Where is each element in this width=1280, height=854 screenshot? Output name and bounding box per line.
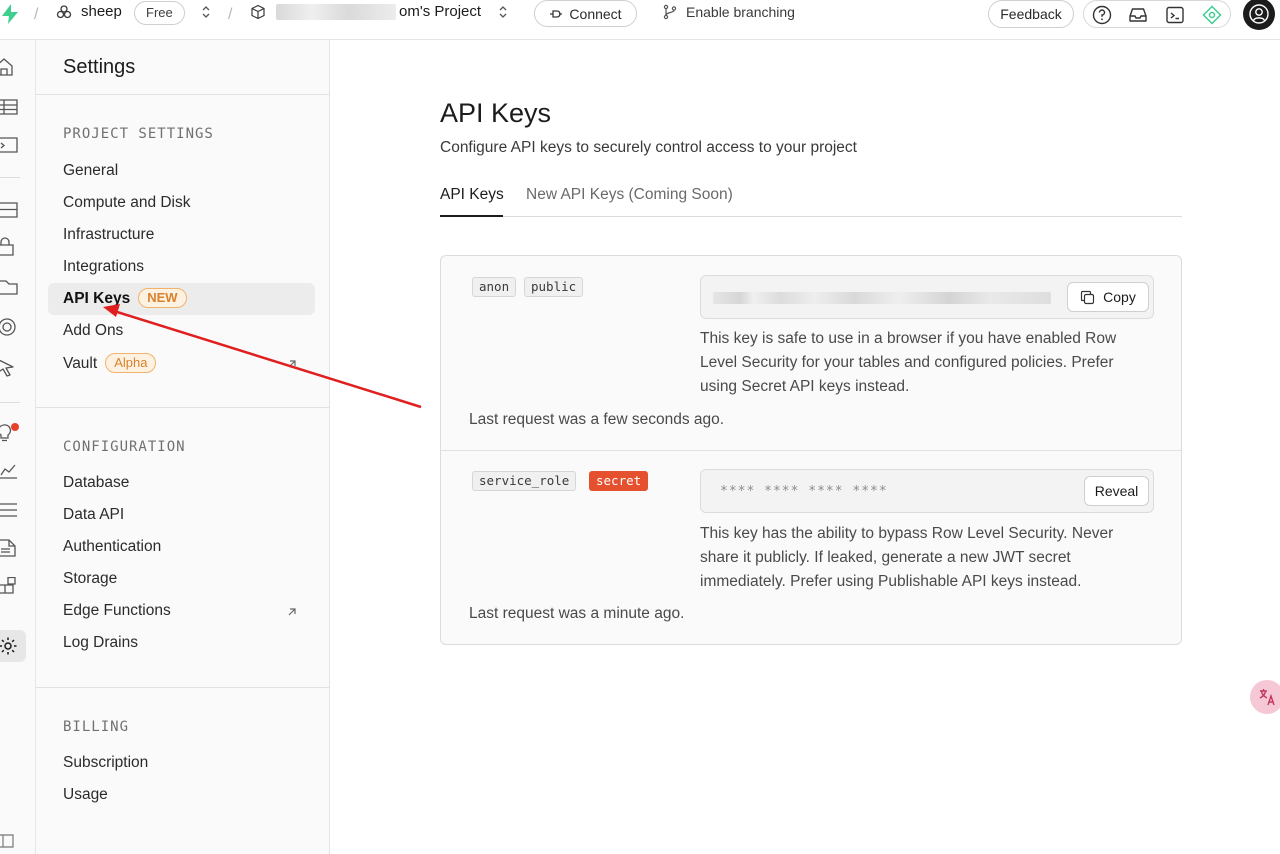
sidebar-title: Settings	[63, 56, 136, 78]
anon-key-value-redacted	[713, 292, 1051, 304]
storage-icon[interactable]	[0, 277, 20, 297]
service-role-last-request: Last request was a minute ago.	[469, 605, 685, 622]
org-icon	[56, 5, 72, 19]
inbox-icon[interactable]	[1127, 4, 1149, 26]
section-heading-billing: BILLING	[63, 719, 130, 735]
sidebar-item-storage[interactable]: Storage	[63, 569, 117, 589]
page-title: API Keys	[440, 98, 552, 128]
tab-new-api-keys[interactable]: New API Keys (Coming Soon)	[526, 186, 733, 204]
integrations-icon[interactable]	[0, 577, 20, 597]
settings-sidebar: Settings PROJECT SETTINGS General Comput…	[36, 40, 330, 854]
help-icon[interactable]	[1091, 4, 1113, 26]
translate-glyph-icon	[1259, 689, 1275, 706]
sidebar-item-infrastructure[interactable]: Infrastructure	[63, 225, 154, 245]
copy-icon	[1081, 290, 1095, 304]
api-docs-icon[interactable]	[0, 538, 20, 558]
rail-divider	[0, 402, 20, 403]
project-name-redacted	[276, 4, 396, 20]
breadcrumb-separator: /	[34, 6, 39, 23]
api-keys-card: anon public Copy This key is safe to use…	[440, 255, 1182, 645]
copy-label: Copy	[1103, 289, 1136, 305]
section-heading-configuration: CONFIGURATION	[63, 439, 186, 455]
project-cube-icon	[251, 4, 265, 20]
sidebar-divider	[36, 687, 329, 688]
masked-key-value: **** **** **** ****	[720, 484, 888, 499]
sidebar-item-compute-and-disk[interactable]: Compute and Disk	[63, 193, 191, 213]
enable-branching-button[interactable]: Enable branching	[662, 4, 795, 20]
anon-last-request: Last request was a few seconds ago.	[469, 411, 725, 428]
tabs-divider	[440, 216, 1182, 217]
anon-key-field[interactable]: Copy	[700, 275, 1154, 319]
sidebar-item-usage[interactable]: Usage	[63, 785, 108, 805]
user-avatar-icon	[1249, 4, 1269, 24]
auth-icon[interactable]	[0, 237, 20, 257]
copy-button[interactable]: Copy	[1067, 282, 1149, 312]
key-tag-anon: anon	[472, 277, 517, 297]
alpha-badge: Alpha	[105, 353, 157, 373]
reports-icon[interactable]	[0, 461, 20, 481]
sidebar-item-authentication[interactable]: Authentication	[63, 537, 161, 557]
supabase-logo-icon[interactable]	[0, 3, 20, 25]
connect-label: Connect	[569, 5, 622, 22]
active-tab-indicator	[440, 215, 503, 217]
settings-icon[interactable]	[0, 636, 20, 656]
table-editor-icon[interactable]	[0, 97, 20, 117]
plan-badge: Free	[134, 1, 185, 25]
collapse-sidebar-icon[interactable]	[0, 831, 20, 851]
sidebar-item-edge-functions[interactable]: Edge Functions	[63, 601, 171, 621]
external-link-icon	[288, 360, 296, 368]
tab-api-keys[interactable]: API Keys	[440, 186, 504, 204]
edge-functions-icon[interactable]	[0, 357, 20, 377]
key-tag-public: public	[524, 277, 584, 297]
service-role-key-description: This key has the ability to bypass Row L…	[700, 525, 1114, 590]
logs-icon[interactable]	[0, 500, 20, 520]
branching-label: Enable branching	[686, 4, 795, 20]
sidebar-item-vault[interactable]: Vault Alpha	[63, 353, 157, 373]
external-link-icon	[288, 608, 296, 616]
translate-icon[interactable]	[1250, 680, 1280, 714]
sql-editor-icon[interactable]	[0, 135, 20, 155]
page-subtitle: Configure API keys to securely control a…	[440, 139, 857, 156]
realtime-icon[interactable]	[0, 317, 20, 337]
org-name[interactable]: sheep	[81, 3, 122, 20]
sidebar-item-data-api[interactable]: Data API	[63, 505, 124, 525]
key-tag-secret: secret	[589, 471, 649, 491]
section-heading-project-settings: PROJECT SETTINGS	[63, 126, 214, 142]
icon-rail	[0, 40, 36, 854]
key-tag-service-role: service_role	[472, 471, 577, 491]
sidebar-item-add-ons[interactable]: Add Ons	[63, 321, 123, 341]
connect-button[interactable]: Connect	[534, 0, 637, 27]
top-bar: / sheep Free / om's Project Connect Enab…	[0, 0, 1280, 40]
user-avatar[interactable]	[1243, 0, 1275, 30]
sidebar-item-api-keys[interactable]: API Keys NEW	[48, 283, 315, 315]
sidebar-item-general[interactable]: General	[63, 161, 118, 181]
plug-icon	[550, 9, 563, 18]
rail-divider	[0, 177, 20, 178]
feedback-button[interactable]: Feedback	[988, 0, 1074, 28]
sidebar-divider	[36, 94, 329, 95]
database-icon[interactable]	[0, 200, 20, 220]
terminal-icon[interactable]	[1164, 4, 1186, 26]
project-switcher-chevron-icon[interactable]	[498, 5, 508, 19]
toolbar-icon-group	[1083, 0, 1231, 28]
sidebar-item-label: Vault	[63, 355, 98, 372]
reveal-button[interactable]: Reveal	[1084, 476, 1149, 506]
project-name[interactable]: om's Project	[399, 3, 481, 20]
service-role-key-field[interactable]: **** **** **** **** Reveal	[700, 469, 1154, 513]
advisors-icon[interactable]	[0, 423, 20, 443]
sidebar-item-log-drains[interactable]: Log Drains	[63, 633, 138, 653]
card-divider	[441, 450, 1181, 451]
sidebar-item-integrations[interactable]: Integrations	[63, 257, 144, 277]
advisor-icon[interactable]	[1201, 4, 1223, 26]
branch-icon	[663, 4, 677, 20]
home-icon[interactable]	[0, 57, 20, 77]
sidebar-item-subscription[interactable]: Subscription	[63, 753, 148, 773]
breadcrumb-separator: /	[228, 6, 233, 23]
sidebar-item-label: API Keys	[63, 290, 131, 307]
anon-key-description: This key is safe to use in a browser if …	[700, 330, 1117, 395]
sidebar-item-database[interactable]: Database	[63, 473, 129, 493]
sidebar-divider	[36, 407, 329, 408]
org-switcher-chevron-icon[interactable]	[201, 5, 211, 19]
new-badge: NEW	[138, 288, 187, 308]
